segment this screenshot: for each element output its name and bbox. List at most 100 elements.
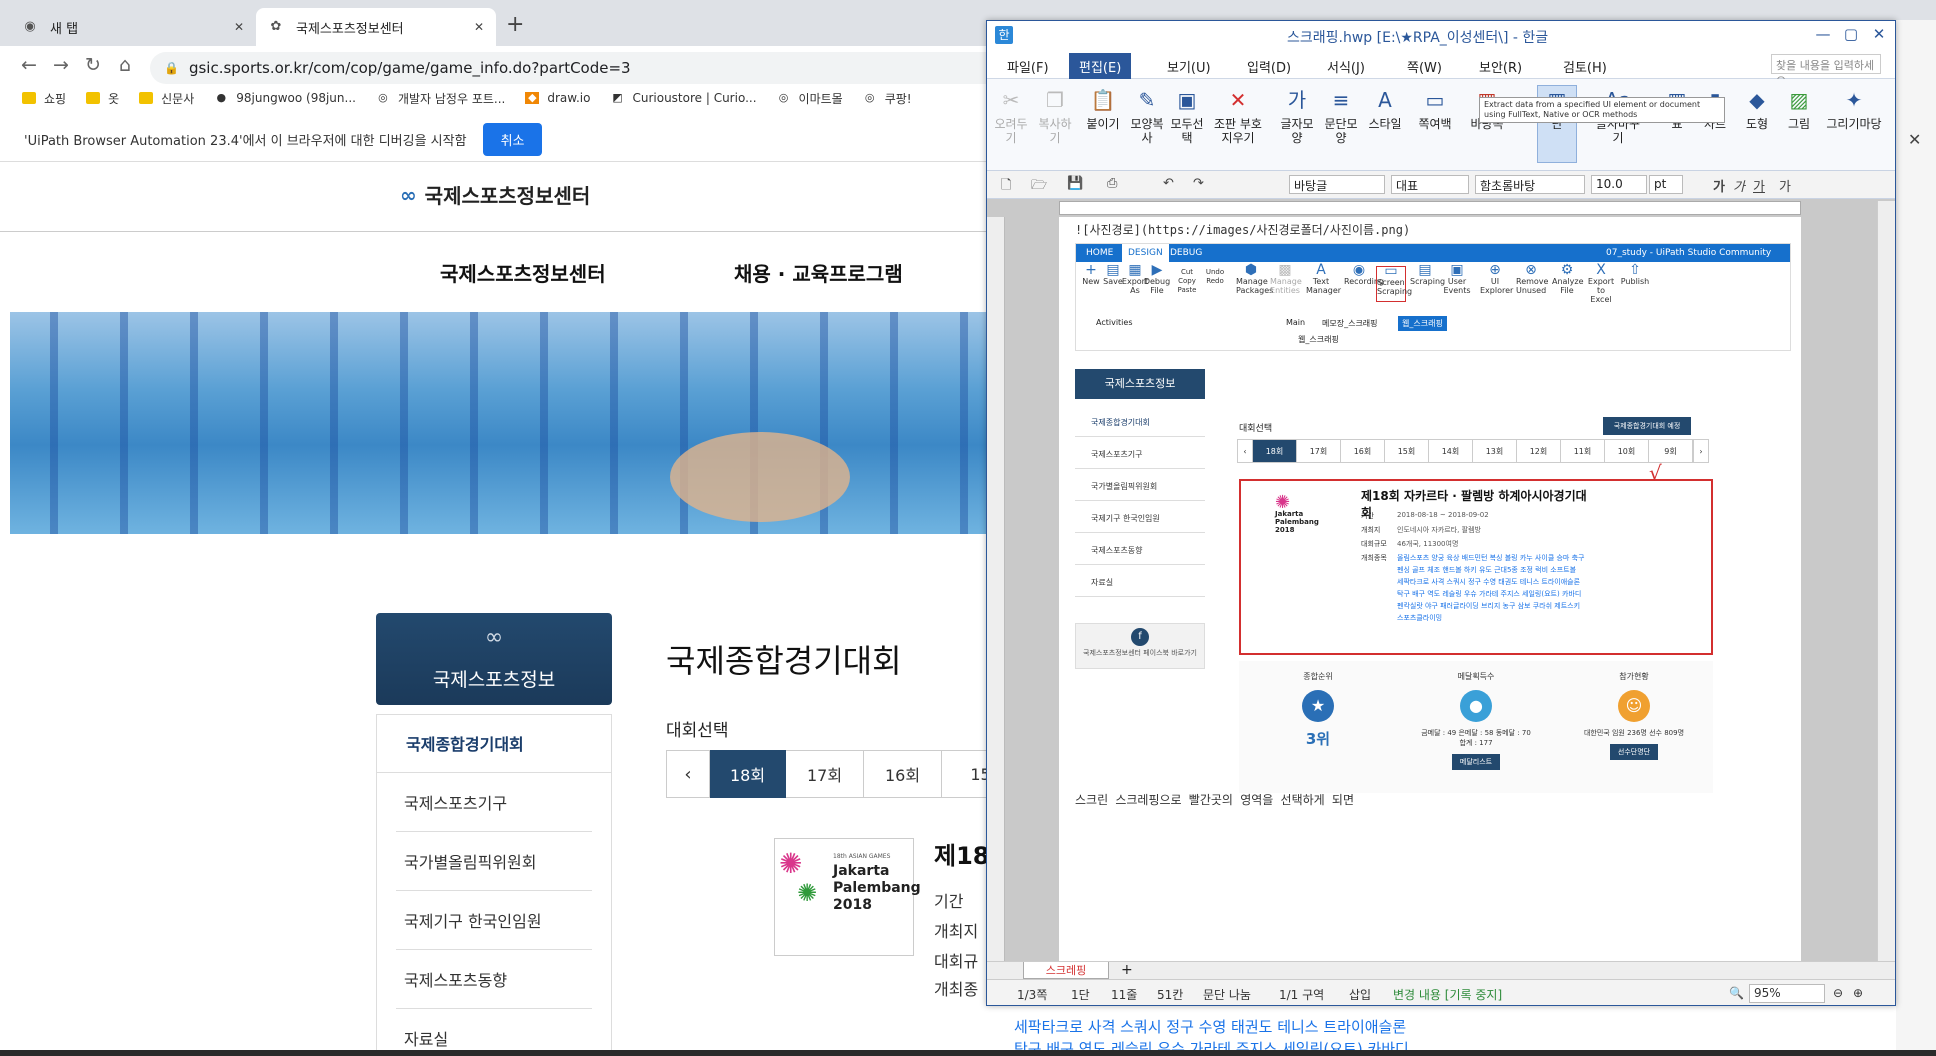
ribbon-button[interactable]: ▭ 쪽여백 (1415, 87, 1455, 131)
bookmark-item[interactable]: ◩ Curioustore | Curio... (610, 91, 756, 105)
gnav-item[interactable]: 채용 · 교육프로그램 (734, 258, 903, 287)
forward-icon[interactable]: → (46, 54, 76, 76)
ribbon-button[interactable]: ✎ 모양복사 (1127, 87, 1167, 145)
event-poster: ✺ ✺ 18th ASIAN GAMES Jakarta Palembang 2… (774, 838, 921, 956)
menu-view[interactable]: 보기(U) (1167, 57, 1211, 76)
poster-line: 2018 (1275, 526, 1295, 534)
folder-icon (86, 92, 101, 104)
underline-button[interactable]: 가 (1753, 176, 1765, 195)
round-button[interactable]: 17회 (786, 750, 864, 798)
bold-button[interactable]: 가 (1713, 176, 1725, 195)
ribbon-button[interactable]: ✕ 조판 부호 지우기 (1211, 87, 1265, 145)
bookmark-item[interactable]: ◎ 개발자 남정우 포트... (376, 90, 505, 107)
close-icon[interactable]: ✕ (1908, 130, 1921, 149)
ribbon-button[interactable]: ✂ 오려두기 (991, 87, 1031, 145)
sidebar-item[interactable]: 국제기구 한국인임원 (396, 891, 592, 950)
menu-edit[interactable]: 편집(E) (1069, 53, 1132, 80)
bookmark-item[interactable]: ◎ 쿠팡! (863, 90, 912, 107)
zoom-icon[interactable]: 🔍 (1729, 986, 1744, 1000)
page-margin-icon: ▭ (1425, 88, 1445, 112)
zoom-in-icon[interactable]: ⊕ (1853, 986, 1863, 1000)
menu-format[interactable]: 서식(J) (1327, 57, 1365, 76)
prev-round-button[interactable]: ‹ (666, 750, 710, 798)
address-bar[interactable]: 🔒 gsic.sports.or.kr/com/cop/game/game_in… (150, 52, 1010, 84)
ui-explorer-icon: ⊕ (1489, 262, 1501, 278)
status-track-changes[interactable]: 변경 내용 [기록 중지] (1393, 986, 1502, 1003)
hwp-search-input[interactable]: 찾을 내용을 입력하세요. (1771, 54, 1881, 88)
language-select[interactable]: 대표 (1391, 175, 1469, 194)
menu-page[interactable]: 쪽(W) (1407, 57, 1442, 76)
windows-taskbar (0, 1050, 1936, 1056)
undo-icon[interactable]: ↶ (1163, 176, 1174, 191)
tab-new-tab[interactable]: ◉ 새 탭 ✕ (10, 8, 256, 46)
stat-value: 3위 (1305, 730, 1331, 748)
status-insert-mode[interactable]: 삽입 (1349, 986, 1371, 1003)
bookmark-item[interactable]: ● 98jungwoo (98jun... (214, 91, 356, 105)
ribbon-button[interactable]: 📋 붙이기 (1083, 87, 1123, 131)
tab-close-icon[interactable]: ✕ (234, 20, 244, 34)
save-icon[interactable]: 💾 (1067, 176, 1083, 191)
web2-round: 14회 (1429, 439, 1473, 463)
ribbon-button[interactable]: 가 글자모양 (1277, 87, 1317, 145)
font-select[interactable]: 함초롬바탕 (1475, 175, 1585, 194)
sheet-tab[interactable]: 스크레핑 (1023, 962, 1109, 979)
char-color-button[interactable]: 가 (1779, 176, 1791, 195)
print-icon[interactable]: ⎙ (1107, 176, 1117, 191)
close-icon[interactable]: ✕ (1867, 25, 1891, 43)
zoom-out-icon[interactable]: ⊖ (1833, 986, 1843, 1000)
ribbon-button[interactable]: ≡ 문단모양 (1321, 87, 1361, 145)
facebook-icon: f (1131, 628, 1149, 646)
ribbon-button[interactable]: ✦ 그리기마당 (1823, 87, 1885, 131)
web2-sports-line: 세팍타크로 사격 스쿼시 정구 수영 태권도 테니스 트라이애슬론 (1397, 578, 1581, 586)
reload-icon[interactable]: ↻ (78, 54, 108, 76)
font-unit-select[interactable]: pt (1649, 175, 1683, 194)
home-icon[interactable]: ⌂ (110, 54, 140, 76)
ribbon-button[interactable]: ❐ 복사하기 (1035, 87, 1075, 145)
menu-review[interactable]: 검토(H) (1563, 57, 1607, 76)
menu-security[interactable]: 보안(R) (1479, 57, 1522, 76)
bookmark-item[interactable]: ◆ draw.io (525, 91, 590, 105)
logo-icon: ∞ (400, 182, 417, 207)
infobar-cancel-button[interactable]: 취소 (482, 123, 543, 156)
sports-line: 세팍타크로 사격 스쿼시 정구 수영 태권도 테니스 트라이애슬론 (1014, 1018, 1407, 1036)
round-button[interactable]: 18회 (710, 750, 786, 798)
back-icon[interactable]: ← (14, 54, 44, 76)
bookmark-item[interactable]: 신문사 (139, 90, 194, 107)
ribbon-button[interactable]: A 스타일 (1365, 87, 1405, 131)
hwp-app-icon: 한 (995, 26, 1013, 44)
tab-gsic[interactable]: ✿ 국제스포츠정보센터 ✕ (256, 8, 496, 46)
zoom-select[interactable]: 95% (1749, 984, 1825, 1003)
menu-file[interactable]: 파일(F) (1007, 57, 1049, 76)
checkmark-annotation: √ (1649, 461, 1662, 485)
new-doc-icon[interactable]: 🗋 (1001, 176, 1011, 198)
style-select[interactable]: 바탕글 (1289, 175, 1385, 194)
vertical-scrollbar[interactable] (1877, 201, 1895, 961)
font-size-input[interactable]: 10.0 (1591, 175, 1647, 194)
ribbon-button[interactable]: ▣ 모두선택 (1167, 87, 1207, 145)
ribbon-button[interactable]: ◆ 도형 (1737, 87, 1777, 131)
bookmark-item[interactable]: ◎ 이마트몰 (777, 90, 843, 107)
open-folder-icon[interactable]: 🗁 (1031, 176, 1047, 198)
add-sheet-icon[interactable]: + (1121, 962, 1133, 978)
round-button[interactable]: 16회 (864, 750, 942, 798)
menu-insert[interactable]: 입력(D) (1247, 57, 1291, 76)
sidebar-item[interactable]: 국제스포츠기구 (396, 773, 592, 832)
maximize-icon[interactable]: ▢ (1839, 25, 1863, 43)
minimize-icon[interactable]: — (1811, 25, 1835, 43)
web2-round: 9회 (1649, 439, 1693, 463)
redo-icon[interactable]: ↷ (1193, 176, 1204, 191)
new-tab-button[interactable]: + (506, 12, 524, 37)
bookmark-item[interactable]: 옷 (86, 90, 119, 107)
ribbon-button[interactable]: ▨ 그림 (1779, 87, 1819, 131)
sidebar-item[interactable]: 국제스포츠동향 (396, 950, 592, 1009)
sidebar-item[interactable]: 국가별올림픽위원회 (396, 832, 592, 891)
sidebar-item[interactable]: 자료실 (396, 1009, 592, 1056)
site-logo[interactable]: ∞ 국제스포츠정보센터 (400, 180, 590, 209)
italic-button[interactable]: 가 (1733, 176, 1745, 195)
globe-icon: ◎ (864, 91, 875, 104)
sidebar-item[interactable]: 국제종합경기대회 (376, 714, 612, 773)
bookmark-item[interactable]: 쇼핑 (22, 90, 66, 107)
gnav-item[interactable]: 국제스포츠정보센터 (440, 258, 606, 287)
web2-row-value: 46개국, 11300여명 (1397, 540, 1459, 548)
tab-close-icon[interactable]: ✕ (474, 20, 484, 34)
